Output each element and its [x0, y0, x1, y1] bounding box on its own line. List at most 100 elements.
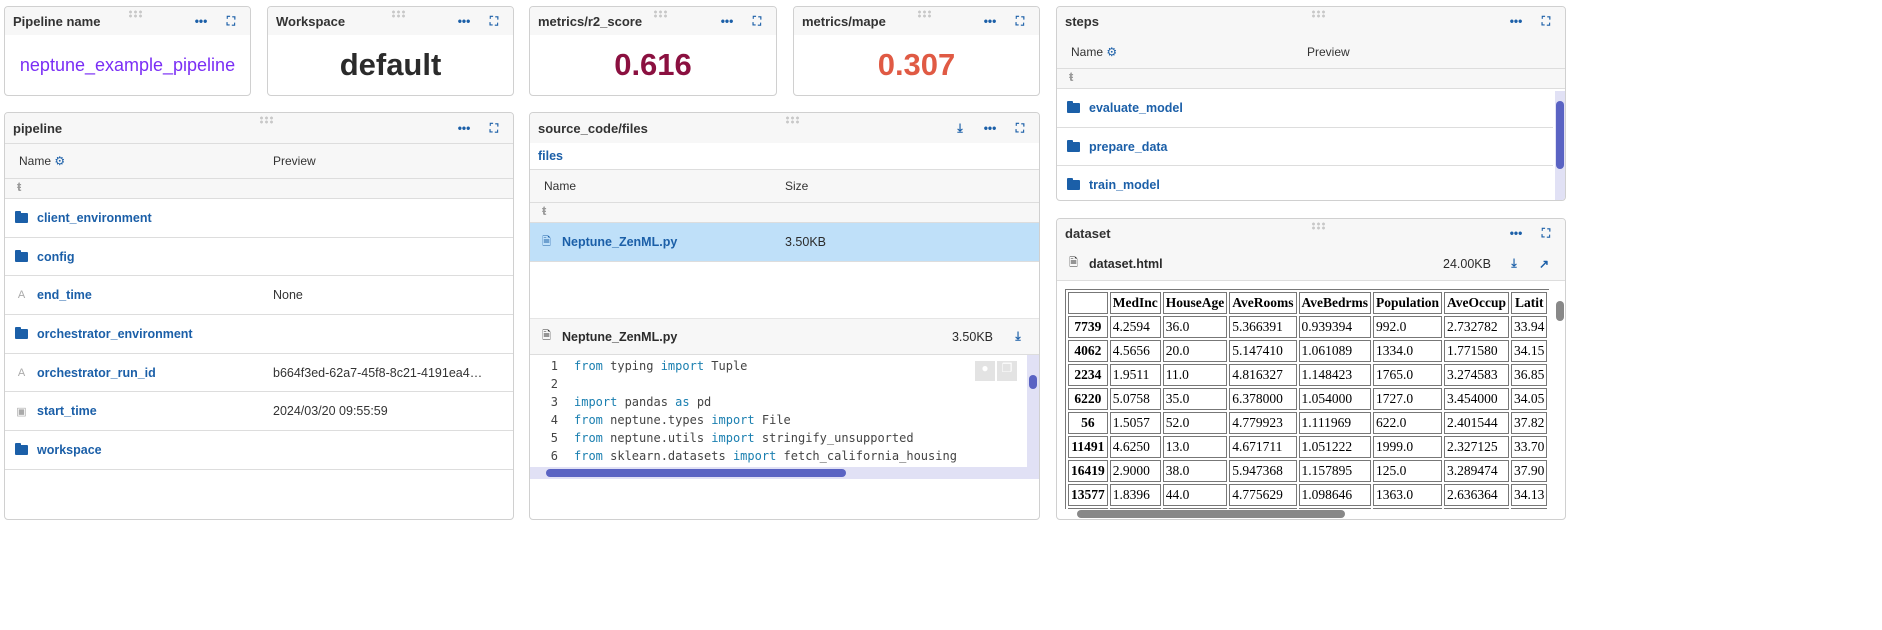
drag-handle-icon[interactable] [1311, 222, 1325, 230]
expand-icon[interactable]: ⛶ [1535, 14, 1557, 29]
vertical-scrollbar[interactable] [1027, 355, 1039, 467]
code-viewer[interactable]: 1 from typing import Tuple 2 3 import pandas… [530, 355, 1039, 479]
line-number: 6 [550, 449, 558, 463]
code-keyword: from [574, 413, 603, 427]
pipeline-row[interactable]: client_environment [5, 199, 513, 238]
code-line: 4 from neptune.types import File [536, 411, 1039, 429]
code-keyword: from [574, 449, 603, 463]
line-number: 1 [550, 359, 558, 373]
gear-icon[interactable]: ⚙ [1106, 45, 1117, 59]
column-name[interactable]: Name ⚙ [5, 154, 273, 168]
drag-handle-icon[interactable] [653, 10, 667, 18]
parent-folder-button[interactable]: ŧ [5, 179, 513, 199]
field-name: start_time [37, 404, 97, 419]
table-cell: 5.0758 [1109, 388, 1161, 410]
more-menu-icon[interactable]: ••• [1505, 14, 1527, 28]
code-line: 6 from sklearn.datasets import fetch_cali… [536, 447, 1039, 465]
table-row: 2234 1.9511 11.0 4.816327 1.148423 1765.0 3.27… [1068, 364, 1548, 386]
vertical-scrollbar[interactable] [1555, 289, 1565, 509]
horizontal-scrollbar[interactable] [1065, 509, 1549, 519]
pipeline-row[interactable]: workspace [5, 431, 513, 470]
open-external-icon[interactable]: ↗ [1533, 257, 1555, 271]
code-text: sklearn.datasets [602, 449, 733, 463]
more-menu-icon[interactable]: ••• [453, 14, 475, 28]
code-text: fetch_california_housing [776, 449, 957, 463]
code-text: typing [602, 359, 661, 373]
column-name: Name [544, 179, 577, 193]
pipeline-widget: pipeline ••• ⛶ Name ⚙ Preview ŧ client_envi… [4, 112, 514, 520]
code-line: 3 import pandas as pd [536, 393, 1039, 411]
download-icon[interactable]: ⤓ [1503, 256, 1525, 271]
table-cell: 20.0 [1162, 340, 1228, 362]
drag-handle-icon[interactable] [916, 10, 931, 18]
more-menu-icon[interactable]: ••• [453, 121, 475, 135]
drag-handle-icon[interactable] [1311, 10, 1325, 18]
code-text: pandas [617, 395, 676, 409]
step-name: evaluate_model [1089, 100, 1183, 115]
folder-icon [15, 326, 28, 339]
dataset-table: MedInc HouseAge AveRooms AveBedrms Populatio… [1065, 289, 1549, 509]
parent-folder-button[interactable]: ŧ [530, 203, 1039, 223]
download-icon[interactable]: ⤓ [1007, 329, 1029, 344]
drag-handle-icon[interactable] [784, 116, 799, 124]
preview-eye-icon[interactable]: ● [975, 361, 995, 381]
workspace-widget: Workspace ••• ⛶ default [267, 6, 514, 96]
file-row[interactable]: 🗎 Neptune_ZenML.py 3.50KB [530, 223, 1039, 262]
pipeline-row[interactable]: ▣ start_time 2024/03/20 09:55:59 [5, 392, 513, 432]
expand-icon[interactable]: ⛶ [1535, 226, 1557, 241]
step-row[interactable]: train_model [1057, 166, 1553, 200]
more-menu-icon[interactable]: ••• [979, 121, 1001, 135]
table-cell: 1363.0 [1373, 484, 1443, 506]
table-cell: 0.939394 [1298, 316, 1371, 338]
steps-list: evaluate_model prepare_data train_model [1057, 89, 1553, 200]
expand-icon[interactable]: ⛶ [483, 121, 505, 136]
string-icon: A [17, 289, 26, 302]
step-row[interactable]: evaluate_model [1057, 89, 1553, 128]
step-row[interactable]: prepare_data [1057, 128, 1553, 167]
drag-handle-icon[interactable] [127, 10, 142, 18]
expand-icon[interactable]: ⛶ [483, 14, 505, 29]
parent-folder-button[interactable]: ŧ [1057, 69, 1565, 89]
expand-icon[interactable]: ⛶ [746, 14, 768, 29]
table-cell: 4.775629 [1229, 484, 1297, 506]
folder-icon [15, 442, 28, 455]
pipeline-row[interactable]: config [5, 238, 513, 277]
column-name[interactable]: Name ⚙ [1057, 45, 1307, 59]
table-cell: 1.111969 [1298, 412, 1371, 434]
more-menu-icon[interactable]: ••• [1505, 226, 1527, 240]
column-header: Latit [1511, 292, 1548, 314]
more-menu-icon[interactable]: ••• [979, 14, 1001, 28]
pipeline-row[interactable]: Aorchestrator_run_id b664f3ed-62a7-45f8-8… [5, 354, 513, 393]
table-cell: 38.0 [1162, 460, 1228, 482]
table-cell: 1.157895 [1298, 460, 1371, 482]
table-row: 7739 4.2594 36.0 5.366391 0.939394 992.0 2.732… [1068, 316, 1548, 338]
horizontal-scrollbar[interactable] [530, 467, 1039, 479]
more-menu-icon[interactable]: ••• [716, 14, 738, 28]
table-cell: 125.0 [1373, 460, 1443, 482]
download-icon[interactable]: ⤓ [949, 121, 971, 136]
expand-icon[interactable]: ⛶ [220, 14, 242, 29]
column-name-label: Name [1071, 44, 1104, 59]
column-header: AveBedrms [1298, 292, 1371, 314]
mape-widget: metrics/mape ••• ⛶ 0.307 [793, 6, 1040, 96]
vertical-scrollbar[interactable] [1555, 91, 1565, 200]
gear-icon[interactable]: ⚙ [54, 154, 65, 168]
row-index: 2234 [1068, 364, 1108, 386]
pipeline-row[interactable]: orchestrator_environment [5, 315, 513, 354]
expand-icon[interactable]: ⛶ [1009, 121, 1031, 136]
copy-icon[interactable]: ❐ [997, 361, 1017, 381]
table-cell: 1.771580 [1444, 340, 1510, 362]
r2-score-value: 0.616 [614, 47, 692, 82]
pipeline-row[interactable]: Aend_time None [5, 276, 513, 316]
table-cell: 37.82 [1511, 412, 1548, 434]
drag-handle-icon[interactable] [259, 116, 273, 124]
expand-icon[interactable]: ⛶ [1009, 14, 1031, 29]
more-menu-icon[interactable]: ••• [190, 14, 212, 28]
dataset-html-preview[interactable]: MedInc HouseAge AveRooms AveBedrms Populatio… [1057, 281, 1565, 519]
table-row: 13577 1.8396 44.0 4.775629 1.098646 1363.0 2.6… [1068, 484, 1548, 506]
table-cell: 2.401544 [1444, 412, 1510, 434]
drag-handle-icon[interactable] [390, 10, 405, 18]
table-row: 6220 5.0758 35.0 6.378000 1.054000 1727.0 3.45… [1068, 388, 1548, 410]
table-cell: 35.0 [1162, 388, 1228, 410]
breadcrumb-files[interactable]: files [530, 143, 1039, 169]
